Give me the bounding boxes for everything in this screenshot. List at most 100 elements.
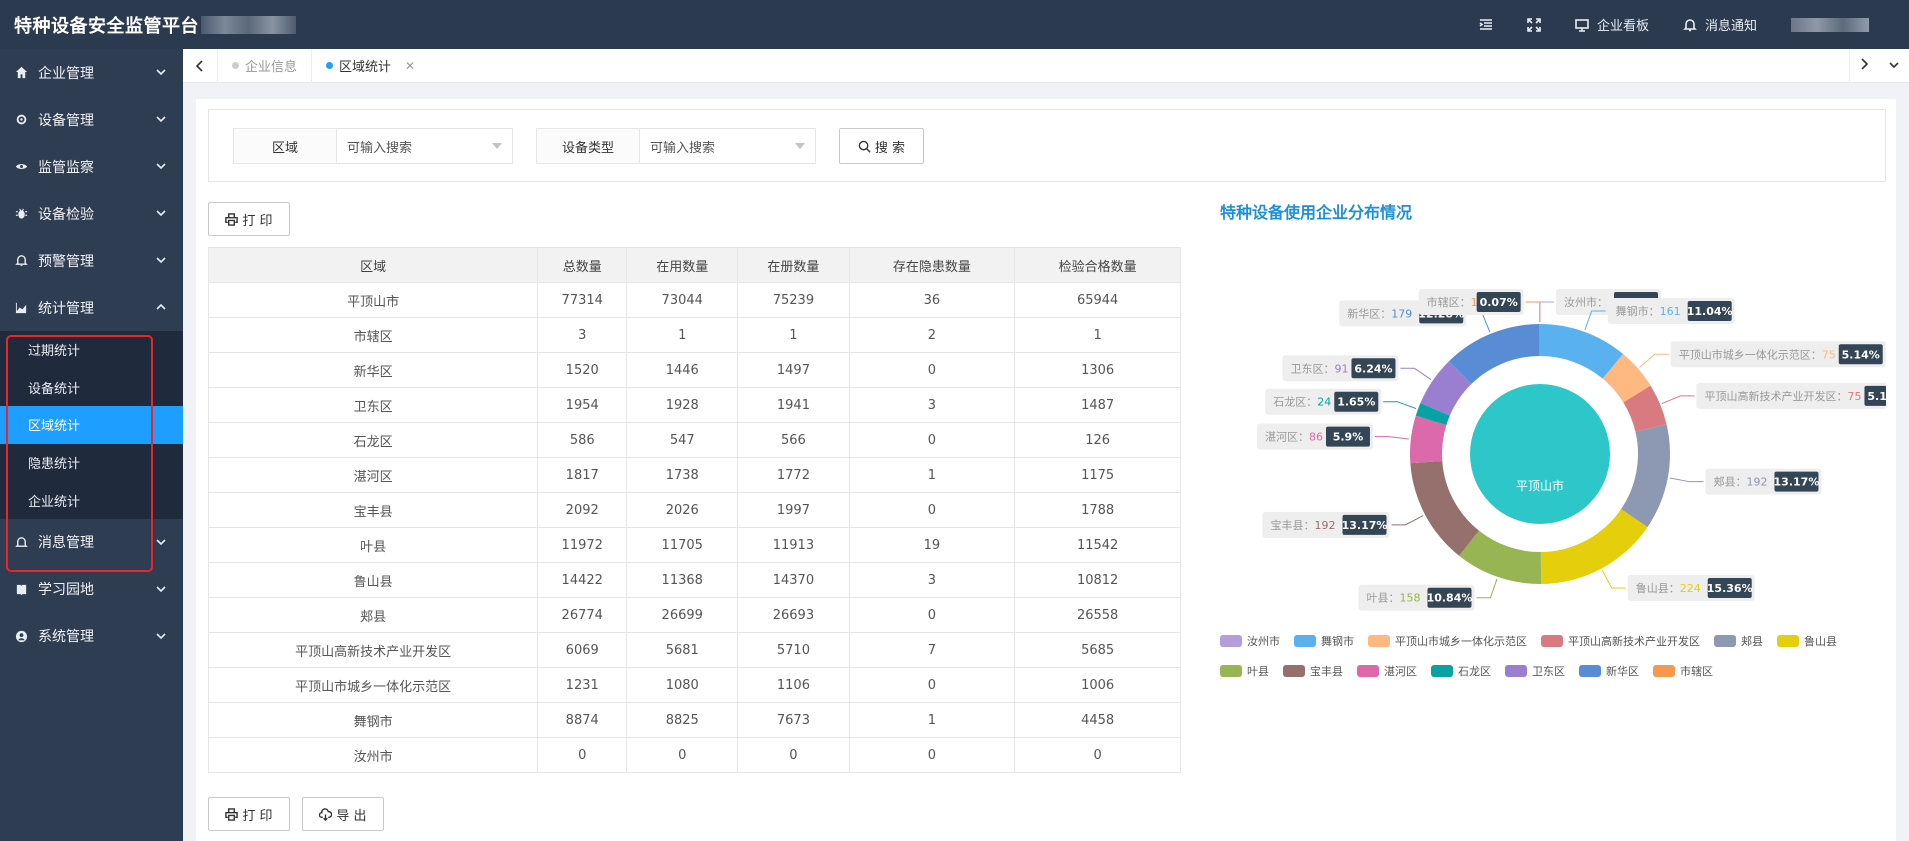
table-cell: 1941 (737, 387, 850, 423)
sidebar-item-devices[interactable]: 设备管理 (0, 96, 183, 143)
table-cell: 14422 (537, 562, 628, 598)
fullscreen-button[interactable] (1527, 17, 1541, 32)
sidebar-item-statistics[interactable]: 统计管理 (0, 284, 183, 331)
sidebar-item-system[interactable]: 系统管理 (0, 613, 183, 660)
table-cell: 8825 (626, 702, 739, 738)
column-header: 总数量 (537, 247, 628, 283)
tab-bar: 企业信息 区域统计 ✕ (183, 48, 1909, 83)
slice-label: 湛河区：86 (1265, 431, 1323, 444)
monitor-icon (1575, 18, 1589, 32)
table-cell: 586 (537, 422, 628, 458)
table-cell: 新华区 (207, 352, 539, 388)
legend-label: 汝州市 (1247, 634, 1280, 648)
search-button[interactable]: 搜 索 (839, 128, 924, 164)
legend-swatch (1505, 665, 1527, 677)
table-cell: 75239 (737, 282, 850, 318)
enterprise-dashboard-link[interactable]: 企业看板 (1575, 15, 1649, 34)
tab-scroll-right[interactable] (1859, 57, 1869, 75)
indent-icon (1479, 18, 1492, 30)
slice-label: 平顶山高新技术产业开发区：75 (1704, 389, 1861, 403)
legend-item[interactable]: 卫东区 (1505, 665, 1565, 678)
sidebar: 企业管理 设备管理 监管监察 设备检验 预警管理 统计管理 过期统计 设备统计 … (0, 49, 183, 841)
tab-menu-dropdown[interactable] (1888, 59, 1900, 74)
legend-swatch (1220, 635, 1242, 647)
legend-item[interactable]: 新华区 (1579, 664, 1639, 678)
print-button-bottom[interactable]: 打 印 (208, 797, 290, 831)
legend-item[interactable]: 市辖区 (1653, 664, 1713, 678)
slice-name: 新华区 (1347, 306, 1380, 320)
table-cell: 26774 (537, 597, 628, 633)
legend-item[interactable]: 平顶山高新技术产业开发区 (1541, 634, 1700, 648)
user-menu[interactable] (1791, 17, 1869, 32)
legend-label: 叶县 (1247, 665, 1269, 678)
legend-label: 鲁山县 (1804, 634, 1837, 648)
label-line (1383, 401, 1417, 410)
indent-button[interactable] (1479, 18, 1493, 32)
legend-swatch (1653, 665, 1675, 677)
submenu-hazard-stats[interactable]: 隐患统计 (0, 444, 183, 482)
submenu-enterprise-stats[interactable]: 企业统计 (0, 481, 183, 519)
slice-name: 石龙区 (1273, 396, 1306, 409)
table-cell: 平顶山市城乡一体化示范区 (207, 667, 539, 703)
table-row: 平顶山市城乡一体化示范区 1231 1080 1106 0 1006 (207, 667, 1181, 703)
print-button-top[interactable]: 打 印 (208, 202, 290, 236)
slice-value: 75 (1847, 390, 1861, 403)
sidebar-item-supervision[interactable]: 监管监察 (0, 143, 183, 190)
label-separator: ： (1735, 476, 1746, 489)
table-body: 平顶山市 77314 73044 75239 36 65944 市辖区 3 1 1 2 1 新华区 152… (207, 282, 1181, 773)
slice-value: 75 (1822, 348, 1836, 361)
legend-item[interactable]: 舞钢市 (1294, 634, 1354, 648)
legend-item[interactable]: 郏县 (1714, 635, 1763, 648)
table-row: 平顶山市 77314 73044 75239 36 65944 (207, 282, 1181, 318)
label-separator: ： (1388, 592, 1399, 605)
tab-scroll-left[interactable] (183, 49, 217, 83)
legend-item[interactable]: 宝丰县 (1283, 664, 1343, 678)
sidebar-item-enterprise[interactable]: 企业管理 (0, 49, 183, 96)
sidebar-item-learning[interactable]: 学习园地 (0, 566, 183, 613)
legend-item[interactable]: 石龙区 (1431, 665, 1491, 678)
slice-value: 192 (1746, 476, 1767, 489)
slice-percent: 0.07% (1480, 296, 1518, 309)
tab-enterprise-info[interactable]: 企业信息 (217, 48, 311, 83)
slice-value: 91 (1334, 362, 1348, 375)
legend-item[interactable]: 湛河区 (1357, 665, 1417, 678)
slice-value: 1 (1471, 296, 1478, 309)
bell-icon (14, 537, 28, 547)
label-separator: ： (1460, 296, 1471, 309)
bell-icon (1683, 18, 1697, 31)
sidebar-item-warning[interactable]: 预警管理 (0, 237, 183, 284)
legend-item[interactable]: 汝州市 (1220, 634, 1280, 648)
tab-region-stats[interactable]: 区域统计 ✕ (311, 48, 429, 83)
close-icon[interactable]: ✕ (405, 59, 415, 73)
slice-label: 平顶山市城乡一体化示范区：75 (1679, 347, 1836, 361)
table-cell: 7673 (737, 702, 850, 738)
legend-item[interactable]: 叶县 (1220, 665, 1269, 678)
region-select[interactable]: 可输入搜索 (337, 129, 512, 163)
eye-icon (15, 164, 27, 169)
sidebar-item-inspection[interactable]: 设备检验 (0, 190, 183, 237)
table-cell: 湛河区 (207, 457, 539, 493)
submenu-expired-stats[interactable]: 过期统计 (0, 331, 183, 369)
tab-controls (1849, 49, 1909, 83)
table-cell: 3 (537, 317, 628, 353)
device-type-select[interactable]: 可输入搜索 (640, 129, 815, 163)
legend-item[interactable]: 平顶山市城乡一体化示范区 (1368, 634, 1527, 648)
table-cell: 4458 (1014, 702, 1181, 738)
notifications-link[interactable]: 消息通知 (1683, 15, 1757, 34)
submenu-region-stats[interactable]: 区域统计 (0, 406, 183, 444)
legend-swatch (1294, 635, 1316, 647)
submenu-device-stats[interactable]: 设备统计 (0, 369, 183, 407)
label-line (1374, 436, 1409, 440)
table-row: 新华区 1520 1446 1497 0 1306 (207, 352, 1181, 388)
legend-label: 湛河区 (1384, 665, 1417, 678)
slice-label: 新华区：179 (1347, 306, 1412, 320)
table-cell: 11542 (1014, 527, 1181, 563)
sidebar-item-messages[interactable]: 消息管理 (0, 519, 183, 566)
table-cell: 11368 (626, 562, 739, 598)
table-cell: 65944 (1014, 282, 1181, 318)
table-cell: 舞钢市 (207, 702, 539, 738)
slice-percent: 6.24% (1354, 362, 1392, 375)
label-line (1639, 353, 1669, 368)
legend-item[interactable]: 鲁山县 (1777, 634, 1837, 648)
export-button[interactable]: 导 出 (302, 797, 384, 831)
